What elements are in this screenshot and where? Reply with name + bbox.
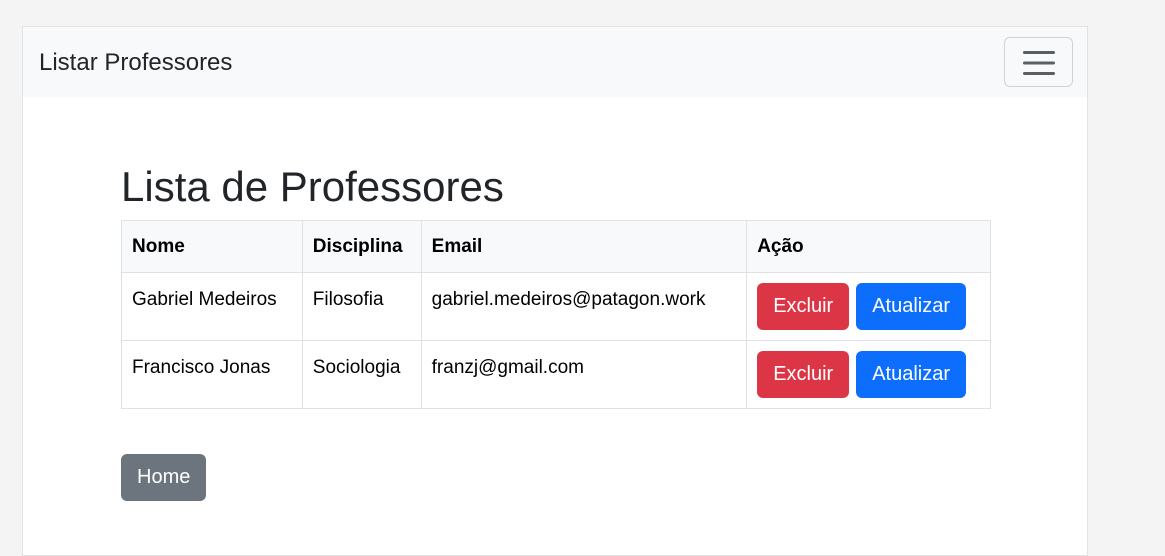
delete-button[interactable]: Excluir [757, 283, 850, 330]
navbar-brand[interactable]: Listar Professores [39, 49, 232, 77]
column-header-nome: Nome [121, 220, 303, 273]
cell-actions: Excluir Atualizar [746, 272, 991, 341]
delete-button[interactable]: Excluir [757, 351, 850, 398]
table-header-row: Nome Disciplina Email Ação [121, 220, 991, 273]
home-button[interactable]: Home [121, 454, 207, 501]
home-wrap: Home [121, 454, 207, 501]
navbar: Listar Professores [23, 27, 1087, 97]
cell-disciplina: Filosofia [301, 272, 422, 341]
column-header-acao: Ação [746, 220, 991, 273]
column-header-email: Email [420, 220, 748, 273]
page-title: Lista de Professores [121, 163, 504, 210]
cell-email: franzj@gmail.com [420, 340, 748, 409]
professors-table: Nome Disciplina Email Ação Gabriel Medei… [121, 220, 991, 409]
cell-actions: Excluir Atualizar [746, 340, 991, 409]
update-button[interactable]: Atualizar [856, 351, 967, 398]
hamburger-menu-icon [1023, 51, 1055, 75]
cell-nome: Gabriel Medeiros [121, 272, 303, 341]
app-panel: Listar Professores Lista de Professores … [22, 26, 1088, 556]
cell-nome: Francisco Jonas [121, 340, 303, 409]
table-row: Gabriel Medeiros Filosofia gabriel.medei… [121, 272, 991, 341]
cell-email: gabriel.medeiros@patagon.work [420, 272, 748, 341]
cell-disciplina: Sociologia [301, 340, 422, 409]
main-content: Lista de Professores Nome Disciplina Ema… [121, 163, 991, 501]
table-row: Francisco Jonas Sociologia franzj@gmail.… [121, 340, 991, 409]
navbar-toggler-button[interactable] [1004, 37, 1073, 87]
column-header-disciplina: Disciplina [301, 220, 422, 273]
update-button[interactable]: Atualizar [856, 283, 967, 330]
